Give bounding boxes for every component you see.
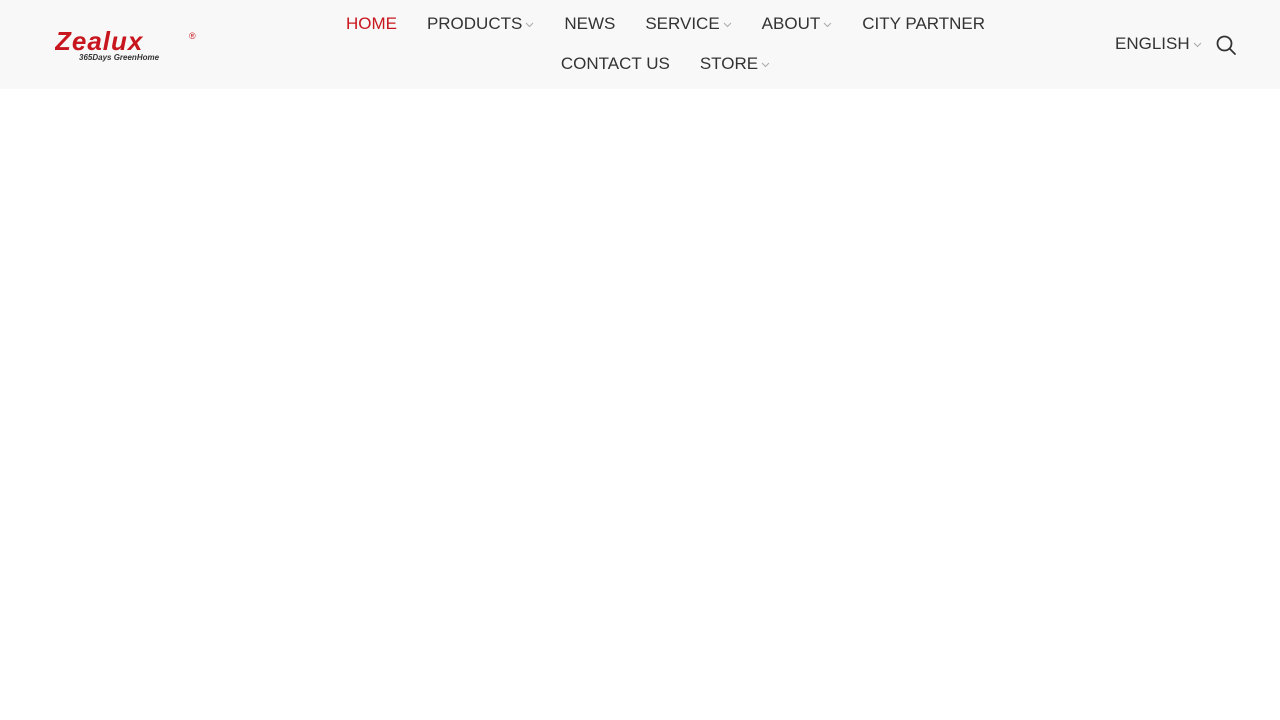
chevron-down-icon <box>761 60 770 69</box>
nav-item-label: HOME <box>345 14 397 33</box>
language-label: ENGLISH <box>1115 34 1190 53</box>
svg-text:365Days GreenHome: 365Days GreenHome <box>79 53 160 62</box>
nav-item-label: STORE <box>699 54 759 73</box>
search-icon <box>1216 35 1236 55</box>
nav-item-about[interactable]: ABOUT <box>747 4 848 44</box>
site-header: Zealux ® 365Days GreenHome HOME PRODUCTS… <box>0 0 1280 89</box>
nav-item-home[interactable]: HOME <box>331 4 412 44</box>
nav-item-store[interactable]: STORE <box>685 44 785 84</box>
nav-item-label: CONTACT US <box>560 54 670 73</box>
chevron-down-icon <box>525 20 534 29</box>
site-logo[interactable]: Zealux ® 365Days GreenHome <box>55 26 200 66</box>
chevron-down-icon <box>723 20 732 29</box>
nav-item-service[interactable]: SERVICE <box>630 4 746 44</box>
nav-item-label: SERVICE <box>645 14 720 33</box>
zealux-logo-icon: Zealux ® 365Days GreenHome <box>55 26 196 62</box>
chevron-down-icon <box>823 20 832 29</box>
svg-text:Zealux: Zealux <box>55 26 144 56</box>
nav-item-label: NEWS <box>564 14 616 33</box>
nav-item-news[interactable]: NEWS <box>549 4 630 44</box>
nav-item-products[interactable]: PRODUCTS <box>412 4 549 44</box>
main-nav: HOME PRODUCTS NEWS SERVICE ABOUT CITY PA… <box>278 4 1053 84</box>
nav-item-city-partner[interactable]: CITY PARTNER <box>847 4 1000 44</box>
chevron-down-icon <box>1193 40 1202 49</box>
nav-item-label: PRODUCTS <box>426 14 523 33</box>
svg-text:®: ® <box>189 31 196 41</box>
nav-item-label: CITY PARTNER <box>862 14 986 33</box>
nav-item-label: ABOUT <box>761 14 821 33</box>
nav-item-contact-us[interactable]: CONTACT US <box>546 44 685 84</box>
main-content <box>0 89 1280 720</box>
search-button[interactable] <box>1214 33 1238 57</box>
language-selector[interactable]: ENGLISH <box>1115 24 1202 64</box>
